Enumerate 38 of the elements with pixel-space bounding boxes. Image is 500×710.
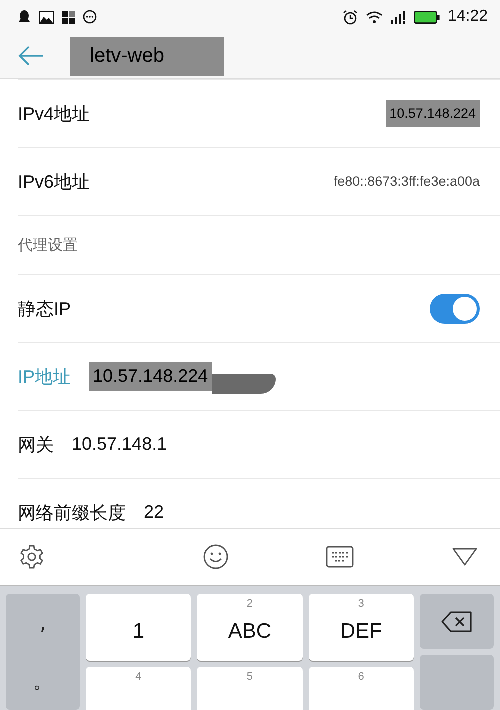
row-label: IPv4地址 bbox=[18, 102, 90, 126]
punctuation-key[interactable]: 。 bbox=[6, 652, 80, 710]
keyboard-icon[interactable] bbox=[326, 546, 354, 568]
toggle-switch[interactable] bbox=[430, 294, 480, 324]
keypad-key[interactable]: 6 bbox=[308, 667, 414, 710]
backspace-key[interactable] bbox=[420, 594, 494, 650]
backspace-icon bbox=[441, 610, 473, 633]
input-field[interactable]: 10.57.148.224 bbox=[89, 362, 212, 391]
signal-icon bbox=[390, 10, 406, 24]
network-name: letv-web bbox=[70, 36, 224, 76]
image-icon bbox=[39, 10, 54, 24]
back-arrow-icon[interactable] bbox=[18, 46, 44, 66]
keypad-key[interactable]: 2 ABC bbox=[197, 594, 303, 661]
scribble-mark bbox=[212, 374, 276, 394]
settings-icon[interactable] bbox=[19, 544, 45, 570]
field-label: 网关 bbox=[18, 434, 54, 456]
grid-icon bbox=[62, 10, 75, 24]
punctuation-key[interactable]: , bbox=[6, 594, 80, 652]
row-label: IPv6地址 bbox=[18, 170, 90, 194]
clock-time: 14:22 bbox=[448, 8, 488, 26]
row-label: 静态IP bbox=[18, 298, 72, 320]
section-header: 代理设置 bbox=[18, 236, 78, 254]
row-value: fe80::8673:3ff:fe3e:a00a bbox=[334, 174, 480, 189]
collapse-icon[interactable] bbox=[452, 547, 478, 567]
keypad-key[interactable]: 4 bbox=[86, 667, 192, 710]
row-value: 10.57.148.224 bbox=[386, 100, 480, 127]
keypad-key[interactable]: 5 bbox=[197, 667, 303, 710]
input-field[interactable]: 10.57.148.1 bbox=[72, 434, 168, 455]
field-label: 网络前缀长度 bbox=[18, 502, 126, 524]
more-icon bbox=[83, 10, 97, 24]
field-label: IP地址 bbox=[18, 366, 72, 388]
input-field[interactable]: 22 bbox=[144, 502, 164, 523]
battery-icon bbox=[414, 10, 440, 24]
keypad-key[interactable]: 3 DEF bbox=[308, 594, 414, 661]
keypad-key[interactable]: 1 bbox=[86, 594, 192, 661]
wifi-icon bbox=[366, 10, 383, 24]
alarm-icon bbox=[342, 10, 358, 24]
smiley-icon[interactable] bbox=[202, 544, 229, 570]
